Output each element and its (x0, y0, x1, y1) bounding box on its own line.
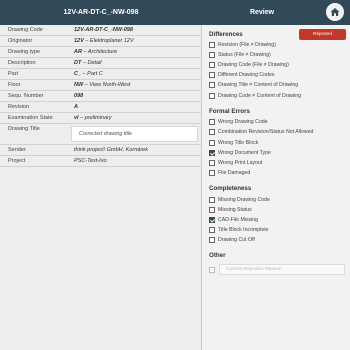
home-icon (330, 8, 340, 16)
detail-value: C_ – Part C (74, 71, 103, 77)
checkbox-label: Wrong Drawing Code (218, 119, 268, 125)
detail-value: PSC-Test-Ivo (74, 158, 107, 164)
section-title-other: Other (209, 252, 226, 259)
checkbox-label: Missing Drawing Code (218, 197, 270, 203)
detail-label: Sender (8, 147, 26, 153)
detail-label: Examination State (8, 115, 53, 121)
section-title-differences: Differences (209, 31, 243, 38)
detail-label: Floor (8, 82, 21, 88)
detail-value: vl – preliminary (74, 115, 112, 121)
checkbox-label: Missing Status (218, 207, 252, 213)
checkbox-label: CAD-File Missing (218, 217, 259, 223)
detail-row-examination-state: Examination State vl – preliminary (0, 113, 201, 124)
top-bar: 12V-AR-DT-C_-NW-098 Review (0, 0, 350, 25)
checkbox-box[interactable] (209, 42, 215, 48)
detail-row-floor: Floor NW – View North-West (0, 80, 201, 91)
detail-value: 098 (74, 93, 84, 99)
detail-label: Sequ. Number (8, 93, 44, 99)
detail-label: Project (8, 158, 26, 164)
detail-row-originator: Originator 12V – Elektroplaner 12V (0, 36, 201, 47)
checkbox-label: Wrong Print Layout (218, 160, 263, 166)
detail-row-sequence-number: Sequ. Number 098 (0, 91, 201, 102)
detail-row-revision: Revision A (0, 102, 201, 113)
checkbox-box[interactable] (209, 140, 215, 146)
home-button[interactable] (326, 3, 344, 21)
checkbox-custom-reason[interactable] (209, 267, 215, 273)
detail-value: AR – Architecture (74, 49, 118, 55)
checkbox-label: Drawing Code (File ≠ Drawing) (218, 62, 289, 68)
checkbox-label: Drawing Code ≠ Content of Drawing (218, 93, 302, 99)
section-title-formal-errors: Formal Errors (209, 108, 250, 115)
detail-label: Revision (8, 104, 30, 110)
drawing-title-input[interactable]: Corrected drawing title (71, 126, 198, 142)
checkbox-box-checked[interactable] (209, 150, 215, 156)
checkbox-box[interactable] (209, 170, 215, 176)
detail-label: Drawing Title (8, 126, 40, 132)
detail-value: NW – View North-West (74, 82, 131, 88)
custom-rejection-reason-input[interactable]: Custom Rejection Reason (219, 264, 345, 275)
detail-value: DT – Detail (74, 60, 102, 66)
detail-row-description: Description DT – Detail (0, 58, 201, 69)
checkbox-box[interactable] (209, 93, 215, 99)
checkbox-label: Drawing Cut Off (218, 237, 255, 243)
status-badge[interactable]: Rejected (299, 29, 346, 40)
drawing-details-panel: Drawing Code 12V-AR-DT-C_-NW-098 Origina… (0, 25, 202, 350)
checkbox-box[interactable] (209, 207, 215, 213)
detail-label: Part (8, 71, 19, 77)
checkbox-label: Status (File ≠ Drawing) (218, 52, 271, 58)
checkbox-box[interactable] (209, 72, 215, 78)
checkbox-label: Different Drawing Codes (218, 72, 275, 78)
detail-label: Originator (8, 38, 33, 44)
checkbox-box[interactable] (209, 119, 215, 125)
drawing-title-value: Corrected drawing title (79, 131, 132, 137)
detail-row-sender: Sender think project! GmbH, Kornárek (0, 145, 201, 156)
checkbox-box-checked[interactable] (209, 217, 215, 223)
checkbox-label: Title Block Incomplete (218, 227, 269, 233)
review-title: Review (249, 9, 275, 16)
detail-value: think project! GmbH, Kornárek (74, 147, 148, 153)
checkbox-box[interactable] (209, 197, 215, 203)
checkbox-label: File Damaged (218, 170, 251, 176)
checkbox-label: Revision (File ≠ Drawing) (218, 42, 276, 48)
checkbox-box[interactable] (209, 129, 215, 135)
detail-label: Drawing type (8, 49, 41, 55)
checkbox-box[interactable] (209, 52, 215, 58)
checkbox-box[interactable] (209, 160, 215, 166)
detail-label: Description (8, 60, 36, 66)
checkbox-label: Wrong Title Block (218, 140, 259, 146)
detail-value: A (74, 104, 78, 110)
detail-row-drawing-code: Drawing Code 12V-AR-DT-C_-NW-098 (0, 25, 201, 36)
detail-row-part: Part C_ – Part C (0, 69, 201, 80)
checkbox-box[interactable] (209, 237, 215, 243)
detail-row-drawing-type: Drawing type AR – Architecture (0, 47, 201, 58)
document-title: 12V-AR-DT-C_-NW-098 (63, 9, 139, 16)
detail-row-project: Project PSC-Test-Ivo (0, 156, 201, 167)
detail-label: Drawing Code (8, 27, 43, 33)
custom-rejection-reason-placeholder: Custom Rejection Reason (226, 267, 282, 272)
checkbox-box[interactable] (209, 227, 215, 233)
detail-row-drawing-title: Drawing Title Corrected drawing title (0, 124, 201, 145)
checkbox-box[interactable] (209, 82, 215, 88)
checkbox-box[interactable] (209, 62, 215, 68)
checkbox-label: Wrong Document Type (218, 150, 271, 156)
checkbox-label: Drawing Title ≠ Content of Drawing (218, 82, 299, 88)
section-title-completeness: Completeness (209, 185, 252, 192)
detail-value: 12V-AR-DT-C_-NW-098 (74, 27, 133, 33)
checkbox-label: Combination Revision/Status Not Allowed (218, 129, 314, 135)
detail-value: 12V – Elektroplaner 12V (74, 38, 134, 44)
